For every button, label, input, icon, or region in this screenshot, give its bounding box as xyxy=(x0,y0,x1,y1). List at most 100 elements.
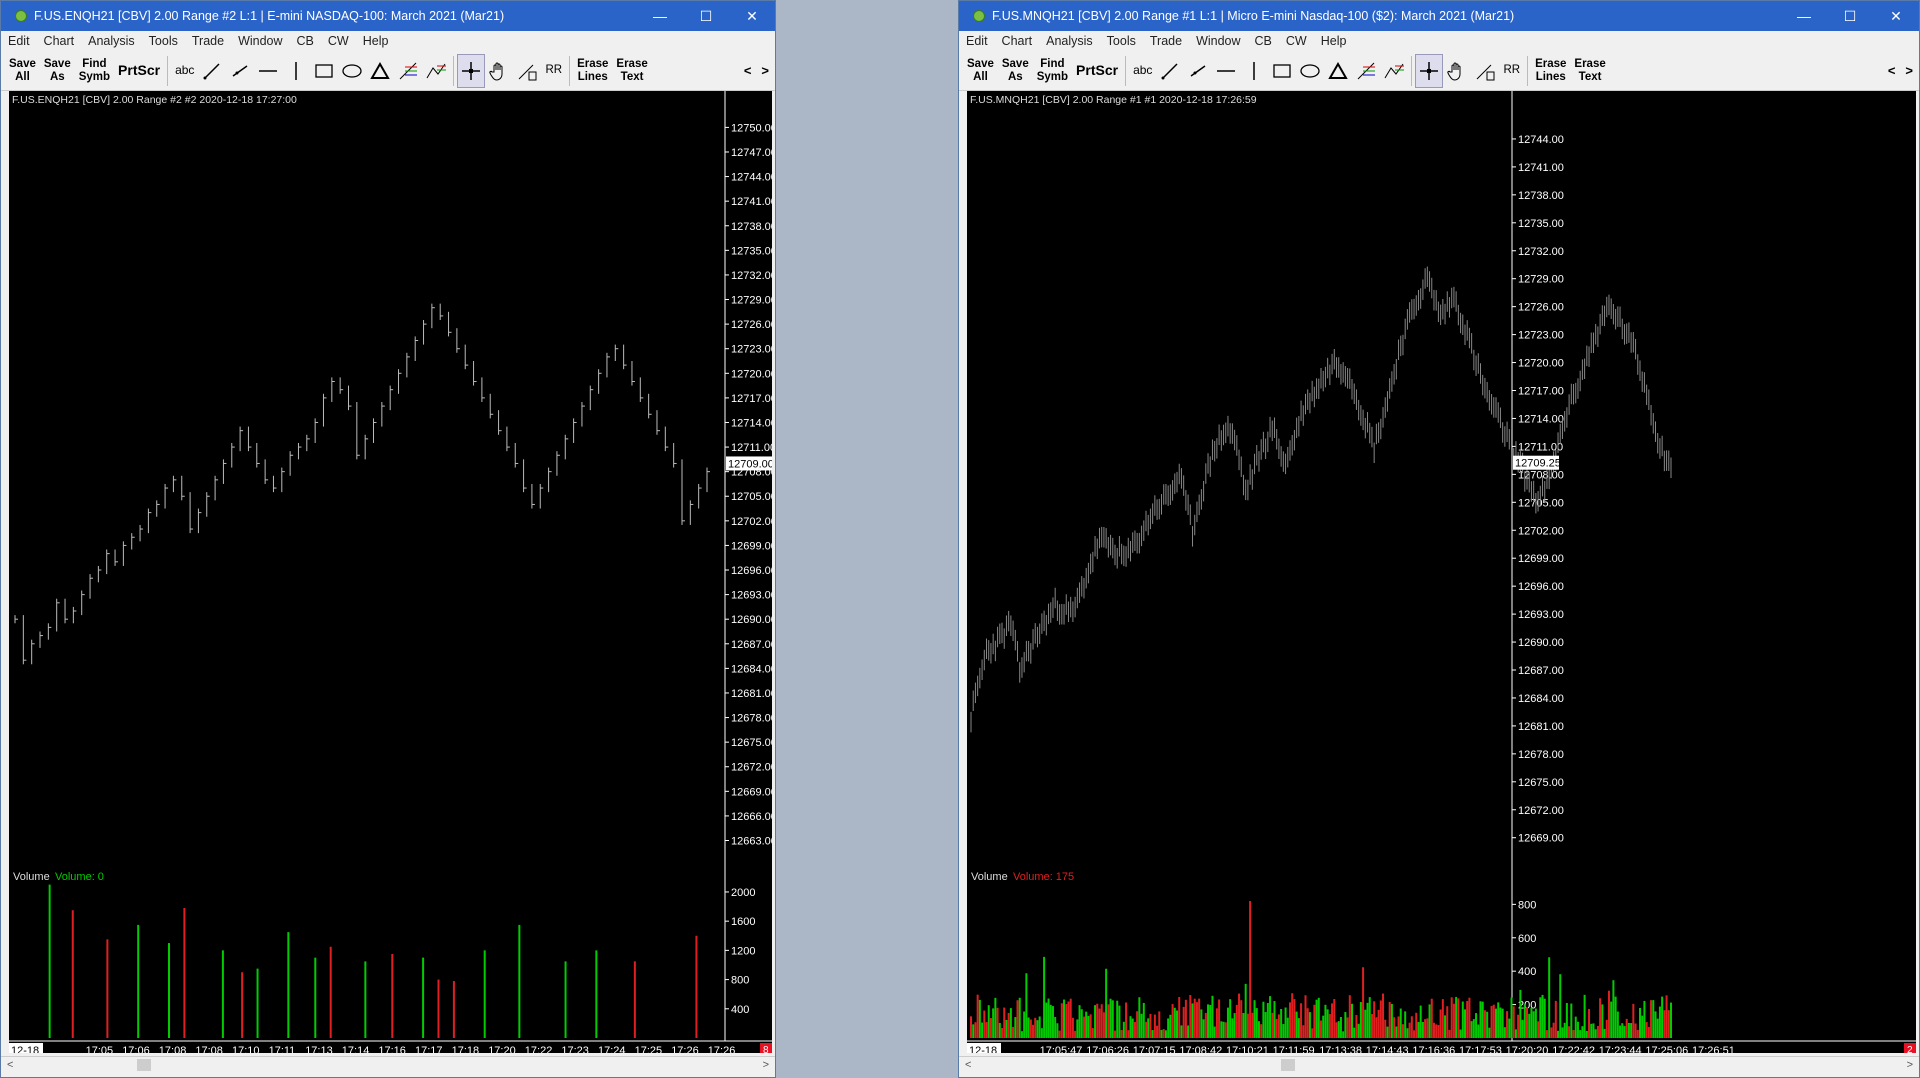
measure-icon[interactable] xyxy=(1471,54,1499,88)
ray-line-icon[interactable] xyxy=(1184,54,1212,88)
price-bar xyxy=(589,385,594,411)
menu-cw[interactable]: CW xyxy=(1279,34,1314,48)
fibonacci-icon[interactable] xyxy=(394,54,422,88)
right-horizontal-scrollbar[interactable]: < > xyxy=(959,1056,1919,1072)
print-screen-button[interactable]: PrtScr xyxy=(1072,54,1122,88)
menu-help[interactable]: Help xyxy=(356,34,396,48)
left-chart-area[interactable]: F.US.ENQH21 [CBV] 2.00 Range #2 #2 2020-… xyxy=(9,91,772,1053)
left-toolbar: Save All Save As Find Symb PrtScr abc RR Er… xyxy=(1,51,775,91)
text-tool-button[interactable]: abc xyxy=(171,54,198,88)
price-tick-label: 12714.00 xyxy=(1518,413,1564,425)
rectangle-icon[interactable] xyxy=(1268,54,1296,88)
price-tick-label: 12717.00 xyxy=(1518,386,1564,398)
price-bar xyxy=(689,500,694,525)
save-as-button[interactable]: Save As xyxy=(998,54,1033,88)
fibonacci-extension-icon[interactable] xyxy=(422,54,450,88)
toolbar-prev-button[interactable]: < xyxy=(744,63,752,78)
price-bar xyxy=(564,434,569,460)
time-tick-label: 17:05:47 xyxy=(1040,1045,1083,1053)
close-icon[interactable]: ✕ xyxy=(729,1,775,31)
price-tick-label: 12696.00 xyxy=(731,565,772,577)
toolbar-next-button[interactable]: > xyxy=(1905,63,1913,78)
menu-window[interactable]: Window xyxy=(231,34,289,48)
find-symbol-button[interactable]: Find Symb xyxy=(75,54,114,88)
menu-trade[interactable]: Trade xyxy=(1143,34,1189,48)
ellipse-icon[interactable] xyxy=(338,54,366,88)
erase-text-button[interactable]: Erase Text xyxy=(1570,54,1609,88)
toolbar-prev-button[interactable]: < xyxy=(1888,63,1896,78)
vertical-line-icon[interactable] xyxy=(1240,54,1268,88)
vertical-line-icon[interactable] xyxy=(282,54,310,88)
hand-pan-icon[interactable] xyxy=(485,54,513,88)
measure-icon[interactable] xyxy=(513,54,541,88)
rectangle-icon[interactable] xyxy=(310,54,338,88)
horizontal-line-icon[interactable] xyxy=(1212,54,1240,88)
menu-cb[interactable]: CB xyxy=(1248,34,1279,48)
toolbar-next-button[interactable]: > xyxy=(761,63,769,78)
price-bar xyxy=(539,483,544,509)
save-all-button[interactable]: Save All xyxy=(5,54,40,88)
right-chart-svg[interactable]: F.US.MNQH21 [CBV] 2.00 Range #1 #1 2020-… xyxy=(967,91,1916,1053)
menu-analysis[interactable]: Analysis xyxy=(1039,34,1100,48)
minimize-icon[interactable]: — xyxy=(637,1,683,31)
scroll-left-icon[interactable]: < xyxy=(965,1057,971,1073)
menu-window[interactable]: Window xyxy=(1189,34,1247,48)
price-tick-label: 12744.00 xyxy=(731,172,772,184)
price-tick-label: 12729.00 xyxy=(731,295,772,307)
menu-edit[interactable]: Edit xyxy=(1,34,37,48)
menu-tools[interactable]: Tools xyxy=(1100,34,1143,48)
text-tool-button[interactable]: abc xyxy=(1129,54,1156,88)
time-tick-label: 17:26 xyxy=(708,1045,736,1053)
triangle-icon[interactable] xyxy=(366,54,394,88)
hand-pan-icon[interactable] xyxy=(1443,54,1471,88)
trendline-icon[interactable] xyxy=(198,54,226,88)
volume-tick-label: 600 xyxy=(1518,933,1536,945)
maximize-icon[interactable]: ☐ xyxy=(683,1,729,31)
right-chart-area[interactable]: F.US.MNQH21 [CBV] 2.00 Range #1 #1 2020-… xyxy=(967,91,1916,1053)
close-icon[interactable]: ✕ xyxy=(1873,1,1919,31)
risk-reward-button[interactable]: RR xyxy=(541,54,566,88)
risk-reward-button[interactable]: RR xyxy=(1499,54,1524,88)
menu-tools[interactable]: Tools xyxy=(142,34,185,48)
scroll-thumb[interactable] xyxy=(137,1059,151,1071)
ray-line-icon[interactable] xyxy=(226,54,254,88)
menu-chart[interactable]: Chart xyxy=(995,34,1040,48)
trendline-icon[interactable] xyxy=(1156,54,1184,88)
price-bar xyxy=(339,377,344,394)
time-tick-label: 17:17 xyxy=(415,1045,443,1053)
scroll-right-icon[interactable]: > xyxy=(763,1057,769,1073)
menu-cw[interactable]: CW xyxy=(321,34,356,48)
menu-chart[interactable]: Chart xyxy=(37,34,82,48)
price-tick-label: 12681.00 xyxy=(731,688,772,700)
left-horizontal-scrollbar[interactable]: < > xyxy=(1,1056,775,1072)
minimize-icon[interactable]: — xyxy=(1781,1,1827,31)
save-all-button[interactable]: Save All xyxy=(963,54,998,88)
menu-edit[interactable]: Edit xyxy=(959,34,995,48)
print-screen-button[interactable]: PrtScr xyxy=(114,54,164,88)
left-chart-svg[interactable]: F.US.ENQH21 [CBV] 2.00 Range #2 #2 2020-… xyxy=(9,91,772,1053)
left-title-bar[interactable]: F.US.ENQH21 [CBV] 2.00 Range #2 L:1 | E-… xyxy=(1,1,775,31)
fibonacci-extension-icon[interactable] xyxy=(1380,54,1408,88)
erase-lines-button[interactable]: Erase Lines xyxy=(1531,54,1570,88)
ellipse-icon[interactable] xyxy=(1296,54,1324,88)
scroll-right-icon[interactable]: > xyxy=(1907,1057,1913,1073)
erase-lines-button[interactable]: Erase Lines xyxy=(573,54,612,88)
right-title-bar[interactable]: F.US.MNQH21 [CBV] 2.00 Range #1 L:1 | Mi… xyxy=(959,1,1919,31)
crosshair-icon[interactable] xyxy=(457,53,486,88)
menu-analysis[interactable]: Analysis xyxy=(81,34,142,48)
scroll-left-icon[interactable]: < xyxy=(7,1057,13,1073)
save-as-button[interactable]: Save As xyxy=(40,54,75,88)
erase-text-button[interactable]: Erase Text xyxy=(612,54,651,88)
horizontal-line-icon[interactable] xyxy=(254,54,282,88)
scroll-thumb[interactable] xyxy=(1281,1059,1295,1071)
menu-cb[interactable]: CB xyxy=(290,34,321,48)
find-symbol-button[interactable]: Find Symb xyxy=(1033,54,1072,88)
fibonacci-icon[interactable] xyxy=(1352,54,1380,88)
menu-help[interactable]: Help xyxy=(1314,34,1354,48)
price-bar xyxy=(523,459,527,493)
menu-trade[interactable]: Trade xyxy=(185,34,231,48)
crosshair-icon[interactable] xyxy=(1415,53,1444,88)
maximize-icon[interactable]: ☐ xyxy=(1827,1,1873,31)
triangle-icon[interactable] xyxy=(1324,54,1352,88)
price-bar xyxy=(239,426,244,452)
